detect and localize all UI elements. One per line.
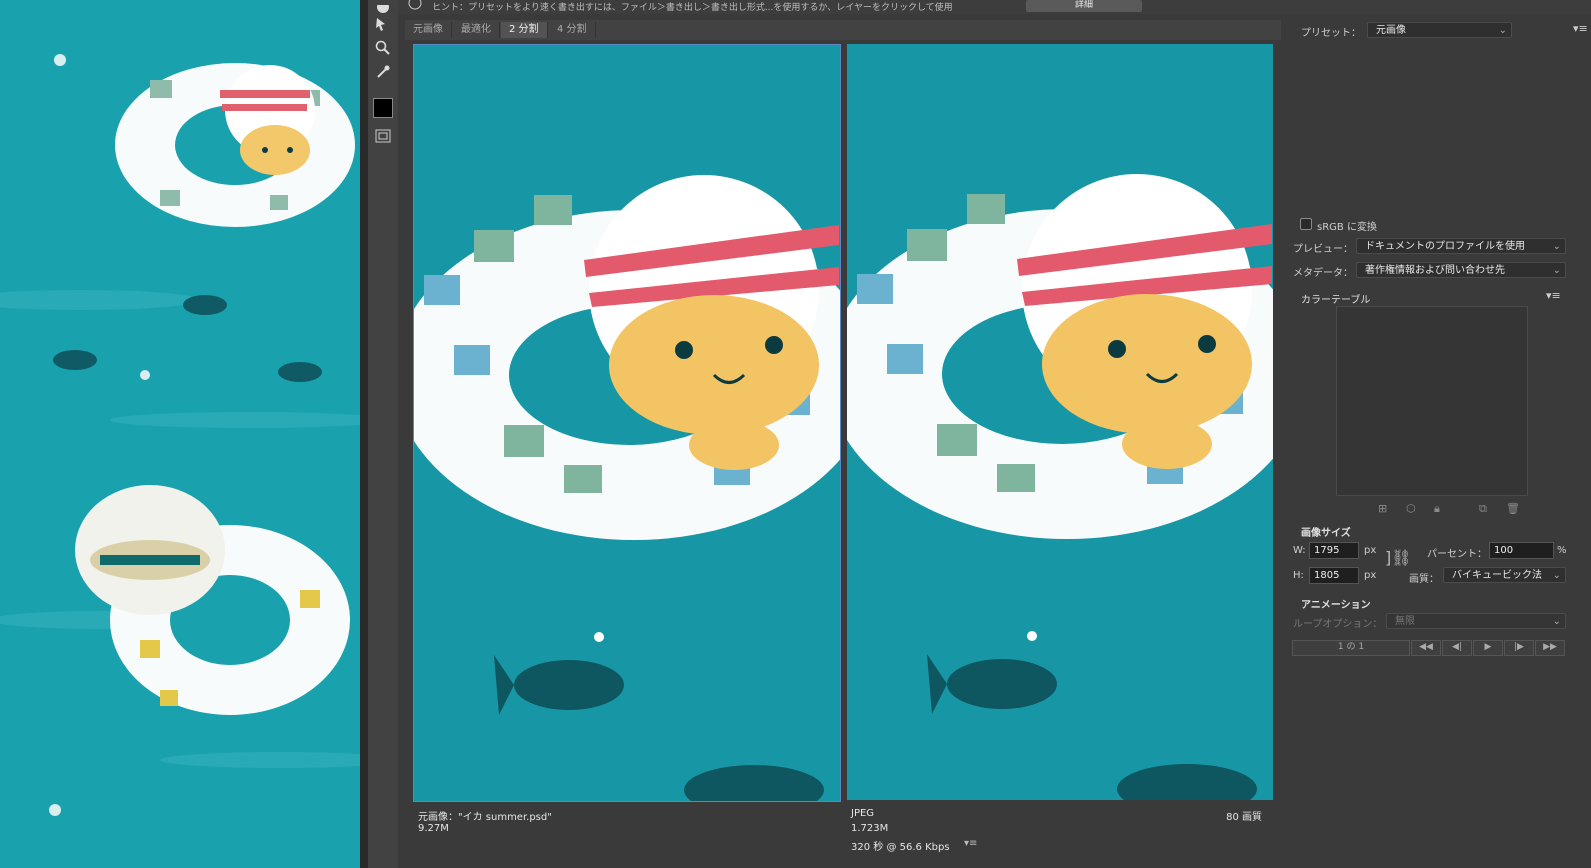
height-label: H: (1293, 570, 1304, 581)
next-frame-button[interactable]: |▶ (1504, 640, 1534, 656)
frame-counter: 1 の 1 (1292, 640, 1410, 656)
zoom-tool-icon[interactable] (373, 38, 393, 58)
tab-2up[interactable]: 2 分割 (501, 22, 548, 38)
preview-value: ドキュメントのプロファイルを使用 (1365, 241, 1525, 252)
color-table-menu-icon[interactable]: ▾≡ (1546, 289, 1561, 302)
new-color-icon[interactable]: ⧉ (1479, 502, 1487, 516)
hint-text: ヒント：プリセットをより速く書き出すには、ファイル＞書き出し＞書き出し形式...… (432, 3, 953, 13)
preset-select[interactable]: 元画像 ⌄ (1367, 22, 1512, 38)
panel-divider (360, 0, 368, 868)
loop-options-value: 無限 (1395, 616, 1415, 627)
trash-icon[interactable]: 🗑︎ (1506, 502, 1520, 515)
tool-bar (368, 0, 398, 868)
width-input[interactable]: 1795 (1309, 542, 1359, 559)
artwork-illustration (0, 0, 360, 868)
view-tab-bar: 元画像 最適化 2 分割 4 分割 (405, 20, 1281, 40)
tab-optimized[interactable]: 最適化 (453, 22, 500, 38)
resample-quality-select[interactable]: バイキュービック法 ⌄ (1443, 567, 1566, 583)
preview-label: プレビュー： (1293, 244, 1353, 255)
prev-frame-button[interactable]: ◀| (1442, 640, 1472, 656)
percent-label: パーセント： (1427, 549, 1487, 560)
loop-options-select[interactable]: 無限 ⌄ (1386, 613, 1566, 629)
document-canvas[interactable] (0, 0, 360, 868)
chevron-down-icon: ⌄ (1552, 241, 1561, 252)
tab-original[interactable]: 元画像 (405, 22, 452, 38)
original-file-size: 9.27M (418, 823, 449, 834)
optimized-quality: 80 画質 (1226, 812, 1262, 823)
chevron-down-icon: ⌄ (1552, 616, 1561, 627)
percent-input[interactable]: 100 (1489, 542, 1554, 559)
image-size-label: 画像サイズ (1301, 528, 1351, 539)
hint-bar: ヒント：プリセットをより速く書き出すには、ファイル＞書き出し＞書き出し形式...… (398, 0, 1591, 14)
web-snap-icon[interactable]: ⊞ (1378, 502, 1387, 515)
optimized-file-size: 1.723M (851, 823, 889, 834)
percent-unit: % (1557, 545, 1567, 556)
toggle-slices-icon[interactable] (373, 126, 393, 146)
chevron-down-icon: ⌄ (1552, 265, 1561, 276)
height-input[interactable]: 1805 (1309, 567, 1359, 584)
slice-select-tool-icon[interactable] (373, 14, 393, 34)
color-table-label: カラーテーブル (1301, 295, 1371, 306)
resample-quality-value: バイキュービック法 (1452, 570, 1542, 581)
play-button[interactable]: ▶ (1473, 640, 1503, 656)
original-preview-image (414, 45, 840, 801)
download-time: 320 秒 @ 56.6 Kbps (851, 842, 950, 853)
link-proportions-icon[interactable]: ]⛓︎ (1385, 548, 1412, 567)
eyedropper-tool-icon[interactable] (373, 62, 393, 82)
srgb-checkbox[interactable] (1300, 218, 1312, 230)
metadata-label: メタデータ： (1293, 268, 1353, 279)
eyedropper-color-swatch[interactable] (373, 98, 393, 118)
info-icon (408, 0, 422, 10)
width-unit: px (1364, 545, 1377, 556)
optimized-preview-pane[interactable] (847, 44, 1273, 800)
color-table[interactable] (1336, 306, 1528, 496)
settings-panel: プリセット： 元画像 ⌄ ▾≡ sRGB に変換 プレビュー： ドキュメントのプロ… (1281, 14, 1591, 868)
detail-button[interactable]: 詳細 (1026, 0, 1142, 12)
cube-icon[interactable]: ⬡ (1406, 502, 1416, 515)
animation-label: アニメーション (1301, 600, 1371, 611)
last-frame-button[interactable]: ▶▶ (1535, 640, 1565, 656)
panel-menu-icon[interactable]: ▾≡ (1573, 22, 1588, 35)
loop-options-label: ループオプション： (1293, 619, 1383, 630)
original-preview-pane[interactable] (413, 44, 841, 802)
chevron-down-icon: ⌄ (1552, 570, 1561, 581)
metadata-select[interactable]: 著作権情報および問い合わせ先 ⌄ (1356, 262, 1566, 278)
optimized-preview-image (847, 44, 1273, 800)
optimized-pane-info: JPEG 80 画質 1.723M 320 秒 @ 56.6 Kbps ▾≡ (846, 803, 1274, 868)
first-frame-button[interactable]: ◀◀ (1411, 640, 1441, 656)
preview-select[interactable]: ドキュメントのプロファイルを使用 ⌄ (1356, 238, 1566, 254)
srgb-label: sRGB に変換 (1317, 222, 1377, 233)
tab-4up[interactable]: 4 分割 (549, 22, 596, 38)
chevron-down-icon: ⌄ (1498, 25, 1507, 36)
resample-quality-label: 画質： (1409, 574, 1439, 585)
download-speed-menu-icon[interactable]: ▾≡ (964, 838, 977, 849)
height-unit: px (1364, 570, 1377, 581)
optimized-format: JPEG (851, 808, 875, 819)
lock-icon[interactable]: 🔒︎ (1434, 502, 1440, 516)
preset-label: プリセット： (1301, 28, 1361, 39)
preset-value: 元画像 (1376, 25, 1406, 36)
width-label: W: (1293, 545, 1306, 556)
original-file-title: 元画像："イカ summer.psd" (418, 812, 552, 823)
metadata-value: 著作権情報および問い合わせ先 (1365, 265, 1505, 276)
original-pane-info: 元画像："イカ summer.psd" 9.27M (413, 803, 841, 868)
